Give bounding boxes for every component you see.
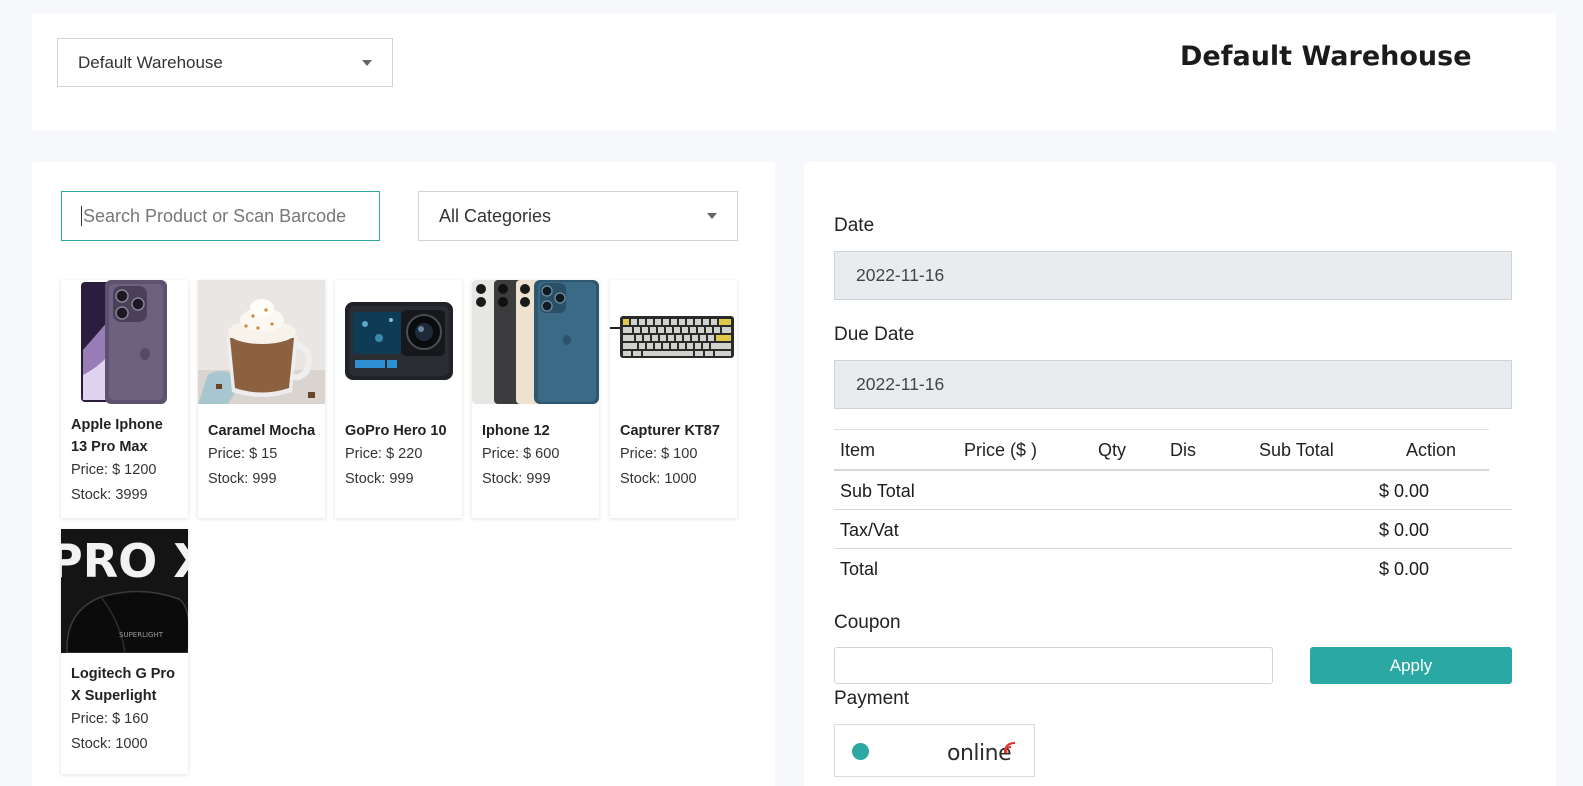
coffee-mug-image xyxy=(198,280,325,404)
mouse-image: PRO X SUPERLIGHT xyxy=(61,529,188,653)
due-date-value: 2022-11-16 xyxy=(856,374,945,394)
online-logo: online xyxy=(947,741,1012,766)
column-header-qty: Qty xyxy=(1098,440,1127,460)
product-card[interactable]: Caramel Mocha Price: $ 15 Stock: 999 xyxy=(198,280,325,518)
product-price: Price: $ 100 xyxy=(620,446,698,462)
product-panel: Search Product or Scan Barcode All Categ… xyxy=(32,162,775,786)
due-date-field[interactable]: 2022-11-16 xyxy=(834,360,1512,409)
product-stock: Stock: 3999 xyxy=(71,487,148,503)
warehouse-header: Default Warehouse Default Warehouse xyxy=(32,13,1556,131)
summary-row-total: Total $ 0.00 xyxy=(834,549,1512,588)
payment-option-online[interactable]: online xyxy=(834,724,1035,777)
product-price: Price: $ 160 xyxy=(71,711,149,727)
product-name: Apple Iphone 13 Pro Max xyxy=(71,417,163,455)
coupon-label: Coupon xyxy=(834,612,901,633)
cart-table-header: Item Price ($ ) Qty Dis Sub Total Action xyxy=(834,429,1489,471)
chevron-down-icon xyxy=(362,59,372,66)
product-name: Caramel Mocha xyxy=(208,423,316,439)
summary-value: $ 0.00 xyxy=(1379,559,1430,579)
product-price: Price: $ 15 xyxy=(208,446,278,462)
category-select[interactable]: All Categories xyxy=(418,191,738,241)
iphone-colors-image xyxy=(472,280,599,404)
product-stock: Stock: 1000 xyxy=(620,471,697,487)
order-panel: Date 2022-11-16 Due Date 2022-11-16 Item… xyxy=(804,162,1556,786)
search-placeholder: Search Product or Scan Barcode xyxy=(83,205,347,226)
keyboard-image xyxy=(610,280,737,404)
mouse-image-subtext: SUPERLIGHT xyxy=(119,631,164,639)
warehouse-title: Default Warehouse xyxy=(1180,41,1472,72)
product-name: Iphone 12 xyxy=(482,423,550,439)
product-card[interactable]: Apple Iphone 13 Pro Max Price: $ 1200 St… xyxy=(61,280,188,518)
summary-label: Total xyxy=(840,559,879,579)
chevron-down-icon xyxy=(707,213,717,219)
product-card[interactable]: GoPro Hero 10 Price: $ 220 Stock: 999 xyxy=(335,280,462,518)
column-header-action: Action xyxy=(1406,440,1457,460)
summary-label: Tax/Vat xyxy=(840,520,899,540)
column-header-price: Price ($ ) xyxy=(964,440,1038,460)
date-label: Date xyxy=(834,215,875,236)
summary-value: $ 0.00 xyxy=(1379,481,1430,501)
search-input[interactable]: Search Product or Scan Barcode xyxy=(61,191,380,241)
product-name: Capturer KT87 xyxy=(620,423,720,439)
product-stock: Stock: 999 xyxy=(482,471,551,487)
payment-label: Payment xyxy=(834,688,909,709)
apply-coupon-button[interactable]: Apply xyxy=(1310,647,1512,684)
coupon-input[interactable] xyxy=(834,647,1273,684)
summary-row-tax: Tax/Vat $ 0.00 xyxy=(834,510,1512,549)
warehouse-select[interactable]: Default Warehouse xyxy=(57,38,393,87)
column-header-discount: Dis xyxy=(1170,440,1196,460)
text-cursor xyxy=(81,206,82,226)
action-camera-image xyxy=(335,280,462,404)
product-name: Logitech G Pro X Superlight xyxy=(71,666,175,704)
product-card[interactable]: PRO X SUPERLIGHT Logitech G Pro X Superl… xyxy=(61,529,188,774)
date-field[interactable]: 2022-11-16 xyxy=(834,251,1512,300)
iphone-purple-image xyxy=(61,280,188,404)
product-stock: Stock: 1000 xyxy=(71,736,148,752)
product-stock: Stock: 999 xyxy=(208,471,277,487)
product-name: GoPro Hero 10 xyxy=(345,423,447,439)
due-date-label: Due Date xyxy=(834,324,915,345)
product-price: Price: $ 1200 xyxy=(71,462,157,478)
signal-icon xyxy=(1004,742,1016,754)
column-header-item: Item xyxy=(840,440,876,460)
date-value: 2022-11-16 xyxy=(856,265,945,285)
warehouse-select-value: Default Warehouse xyxy=(78,52,223,72)
radio-selected-icon[interactable] xyxy=(852,743,869,760)
column-header-subtotal: Sub Total xyxy=(1259,440,1334,460)
mouse-image-text: PRO X xyxy=(61,534,188,588)
product-price: Price: $ 600 xyxy=(482,446,560,462)
product-stock: Stock: 999 xyxy=(345,471,414,487)
product-price: Price: $ 220 xyxy=(345,446,423,462)
summary-label: Sub Total xyxy=(840,481,915,501)
category-select-value: All Categories xyxy=(439,205,552,226)
product-card[interactable]: Capturer KT87 Price: $ 100 Stock: 1000 xyxy=(610,280,737,518)
product-card[interactable]: Iphone 12 Price: $ 600 Stock: 999 xyxy=(472,280,599,518)
summary-value: $ 0.00 xyxy=(1379,520,1430,540)
summary-row-subtotal: Sub Total $ 0.00 xyxy=(834,471,1512,510)
